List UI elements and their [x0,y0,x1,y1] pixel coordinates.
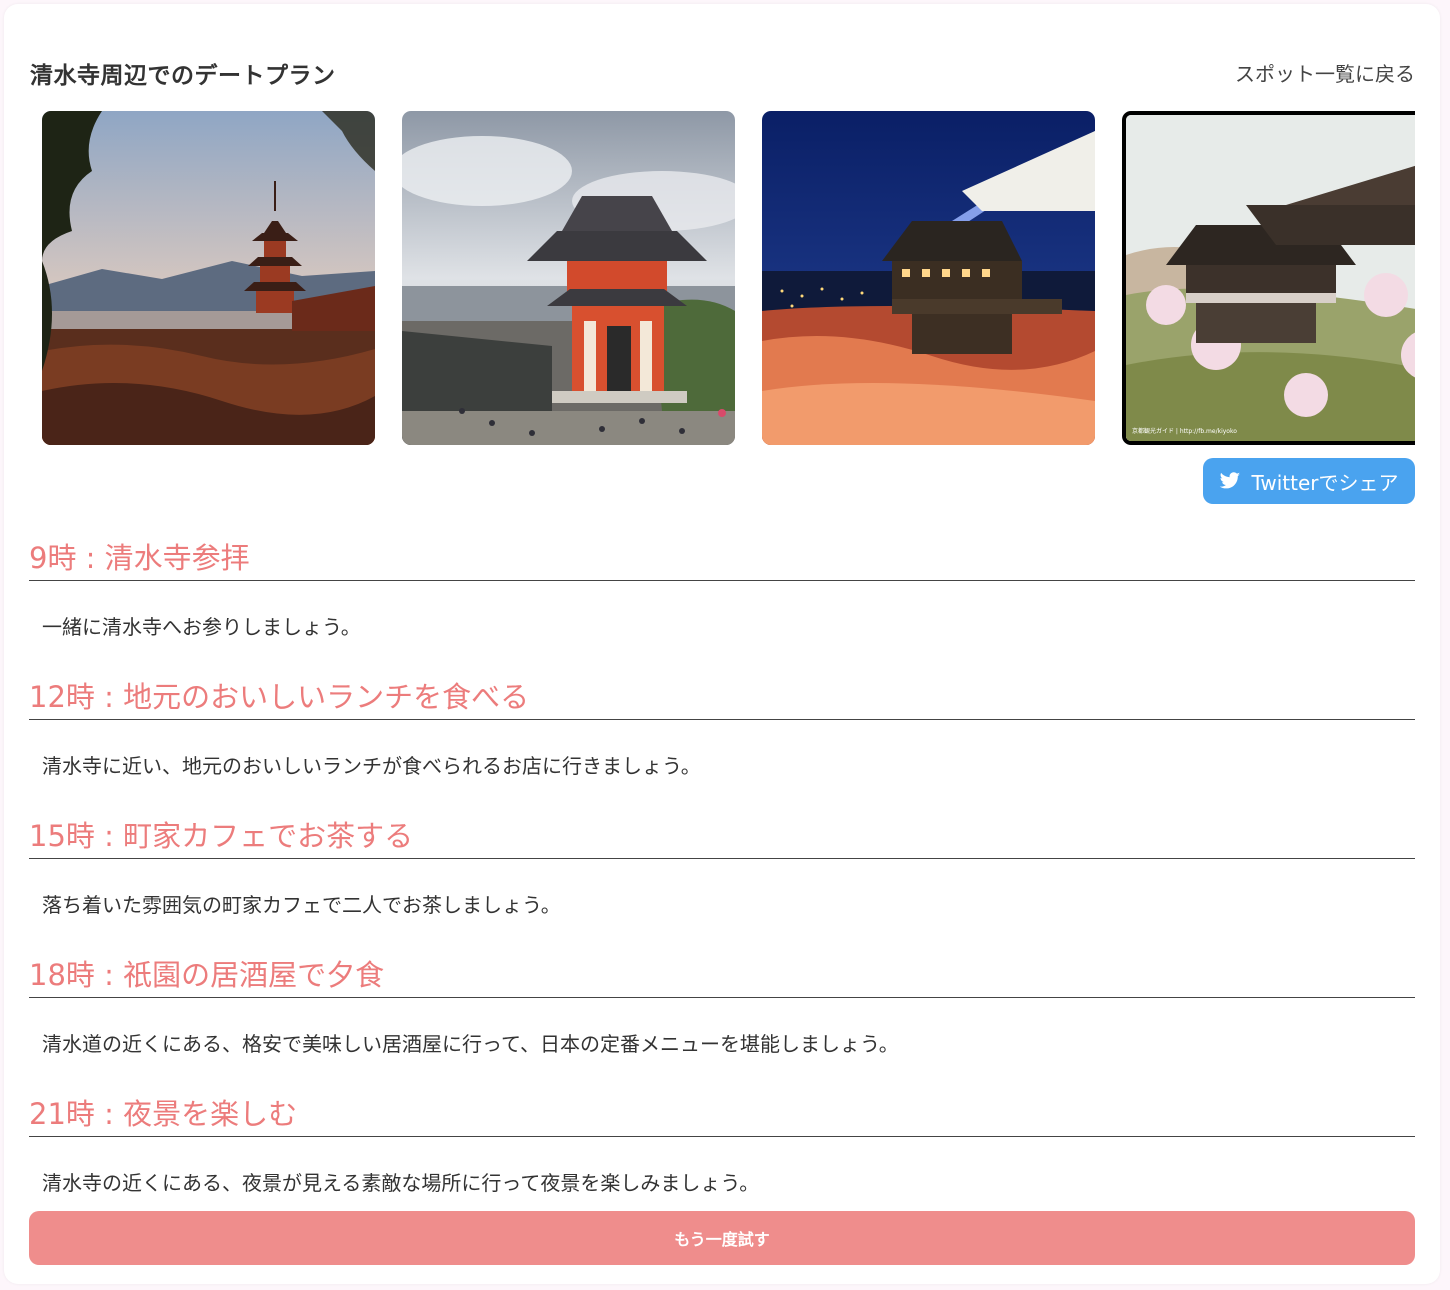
schedule-item: 15時 : 町家カフェでお茶する 落ち着いた雰囲気の町家カフェで二人でお茶しまし… [29,812,1415,951]
schedule-heading: 21時 : 夜景を楽しむ [29,1090,1415,1137]
schedule-description: 落ち着いた雰囲気の町家カフェで二人でお茶しましょう。 [42,893,561,917]
schedule-item: 21時 : 夜景を楽しむ 清水寺の近くにある、夜景が見える素敵な場所に行って夜景… [29,1090,1415,1229]
page-title: 清水寺周辺でのデートプラン [30,63,336,89]
schedule-heading: 12時 : 地元のおいしいランチを食べる [29,673,1415,720]
schedule-heading: 15時 : 町家カフェでお茶する [29,812,1415,859]
gallery-photo-spring[interactable]: 京都観光ガイド | http://fb.me/kiyoko [1122,111,1415,445]
schedule-heading: 18時 : 祇園の居酒屋で夕食 [29,951,1415,998]
back-to-spots-link[interactable]: スポット一覧に戻る [1235,58,1415,87]
twitter-bird-icon [1220,472,1241,489]
photo-caption: 京都観光ガイド | http://fb.me/kiyoko [1132,427,1237,435]
gallery-photo-gate[interactable] [402,111,735,445]
schedule-description: 清水寺の近くにある、夜景が見える素敵な場所に行って夜景を楽しみましょう。 [42,1171,760,1195]
gallery-photo-night[interactable] [762,111,1095,445]
plan-card: 清水寺周辺でのデートプラン スポット一覧に戻る 京都観光ガイド | http:/… [4,4,1440,1284]
schedule-item: 12時 : 地元のおいしいランチを食べる 清水寺に近い、地元のおいしいランチが食… [29,673,1415,812]
schedule-description: 一緒に清水寺へお参りしましょう。 [42,615,361,639]
photo-gallery[interactable]: 京都観光ガイド | http://fb.me/kiyoko [42,111,1415,445]
twitter-share-label: Twitterでシェア [1251,470,1399,495]
gallery-photo-pagoda[interactable] [42,111,375,445]
schedule-list: 9時 : 清水寺参拝 一緒に清水寺へお参りしましょう。 12時 : 地元のおいし… [29,534,1415,1229]
schedule-description: 清水寺に近い、地元のおいしいランチが食べられるお店に行きましょう。 [42,754,701,778]
schedule-heading: 9時 : 清水寺参拝 [29,534,1415,581]
retry-button[interactable]: もう一度試す [29,1211,1415,1265]
twitter-share-button[interactable]: Twitterでシェア [1203,458,1415,504]
schedule-item: 18時 : 祇園の居酒屋で夕食 清水道の近くにある、格安で美味しい居酒屋に行って… [29,951,1415,1090]
schedule-description: 清水道の近くにある、格安で美味しい居酒屋に行って、日本の定番メニューを堪能しまし… [42,1032,899,1056]
schedule-item: 9時 : 清水寺参拝 一緒に清水寺へお参りしましょう。 [29,534,1415,673]
